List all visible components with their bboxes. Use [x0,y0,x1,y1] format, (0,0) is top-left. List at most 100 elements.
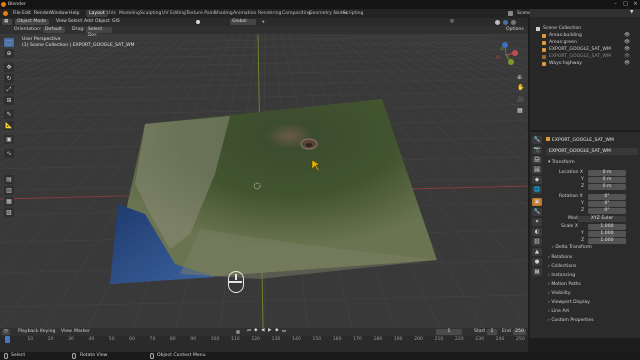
rotation-y-field[interactable]: 0° [588,200,626,207]
rotation-mode-selector[interactable]: XYZ Euler [578,215,626,222]
select-tool-icon[interactable]: ⬚ [4,38,14,47]
collections-panel[interactable]: › Collections [548,263,638,270]
record-icon[interactable] [236,330,240,334]
modifier-tab-icon[interactable]: 🔧 [532,208,542,216]
shading-solid-icon[interactable] [495,19,500,25]
blender-menu-icon[interactable] [3,10,8,16]
overlay-icon[interactable]: ◎ [450,19,454,24]
timeline-menu-view[interactable]: View [61,328,72,335]
rotation-x-field[interactable]: 0° [588,193,626,200]
scene-tab-icon[interactable]: ◆ [532,176,542,184]
visibility-eye-icon[interactable]: 👁 [624,61,630,68]
outliner-item[interactable]: Ways:highway 👁 [530,61,640,68]
object-tab-icon[interactable]: ▣ [532,198,542,206]
menu-file[interactable]: File [13,10,21,17]
drag-selector[interactable]: Select Box [86,27,112,38]
viewport-display-panel[interactable]: › Viewport Display [548,299,638,306]
viewport-menu-select[interactable]: Select [68,18,82,25]
timeline-menu-keying[interactable]: Keying [40,328,55,335]
mode-selector[interactable]: Object Mode [15,19,49,25]
end-field[interactable]: 250 [513,329,526,335]
pivot-icon[interactable] [196,20,200,24]
delta-transform-panel[interactable]: › Delta Transform [552,244,640,251]
motion-paths-panel[interactable]: › Motion Paths [548,281,638,288]
visibility-eye-icon[interactable]: 👁 [624,54,630,61]
current-frame-field[interactable]: 1 [436,329,462,335]
close-icon[interactable]: × [631,1,640,8]
outliner-item[interactable]: Areas:building 👁 [530,33,640,40]
view-layer-tab-icon[interactable]: 🖼 [532,166,542,174]
transform-tool-icon[interactable]: ⊞ [4,96,14,105]
add-cube-tool-icon[interactable]: ▣ [4,135,14,144]
outliner-item[interactable]: Areas:green 👁 [530,40,640,47]
extra-tool-c-icon[interactable]: ▦ [4,197,14,206]
viewport-menu-object[interactable]: Object [95,18,110,25]
transform-panel-header[interactable]: ▾ Transform [548,159,638,166]
data-tab-icon[interactable]: ▲ [532,248,542,256]
jump-end-icon[interactable]: ⏭ [282,328,286,334]
camera-view-icon[interactable]: 🎥 [517,96,524,103]
visibility-eye-icon[interactable]: 👁 [624,33,630,40]
location-x-field[interactable]: 0 m [588,169,626,176]
menu-window[interactable]: Window [50,10,68,17]
timeline-ruler[interactable]: 0102030405060708090100110120130140150160… [0,336,528,344]
menu-render[interactable]: Render [34,10,50,17]
extra-tool-d-icon[interactable]: ▧ [4,208,14,217]
texture-tab-icon[interactable]: ▦ [532,268,542,276]
viewport-menu-add[interactable]: Add [84,18,93,25]
shading-material-icon[interactable] [503,19,508,25]
start-field[interactable]: 1 [487,329,497,335]
outliner-item[interactable]: EXPORT_GOOGLE_SAT_WM 👁 [530,54,640,61]
measure-tool-icon[interactable]: 📐 [4,121,14,130]
constraints-tab-icon[interactable]: ⛓ [532,238,542,246]
cursor-tool-icon[interactable]: ⊕ [4,49,14,58]
extra-tool-a-icon[interactable]: ▤ [4,175,14,184]
outliner-filter-icon[interactable]: ▼ [630,10,634,15]
prev-key-icon[interactable]: ◆ [254,328,258,333]
gis-tool-icon[interactable]: ∿ [4,149,14,158]
options-dropdown[interactable]: Options [506,26,524,33]
timeline-editor[interactable]: ◷ Playback Keying View Marker ⏮ ◆ ◀ ▶ ◆ … [0,328,528,352]
play-icon[interactable]: ▶ [268,328,272,333]
scale-y-field[interactable]: 1.000 [588,230,626,237]
outliner-item[interactable]: EXPORT_GOOGLE_SAT_WM 👁 [530,47,640,54]
shading-rendered-icon[interactable] [511,19,516,25]
extra-tool-b-icon[interactable]: ▥ [4,186,14,195]
rotate-tool-icon[interactable]: ↻ [4,74,14,83]
3d-viewport[interactable]: ▦ Object Mode View Select Add Object GIS… [0,18,528,328]
object-name-field[interactable]: EXPORT_GOOGLE_SAT_WM [546,137,638,144]
scale-x-field[interactable]: 1.000 [588,223,626,230]
output-tab-icon[interactable]: 🖨 [532,156,542,164]
visibility-panel[interactable]: › Visibility [548,290,638,297]
timeline-editor-type[interactable]: ◷ [2,329,10,335]
viewport-menu-view[interactable]: View [56,18,67,25]
render-tab-icon[interactable]: 📷 [532,146,542,154]
scene-selector[interactable]: Scene [517,10,531,17]
physics-tab-icon[interactable]: ◐ [532,228,542,236]
next-key-icon[interactable]: ◆ [275,328,279,333]
snap-icon[interactable]: ⌖ [262,19,265,25]
instancing-panel[interactable]: › Instancing [548,272,638,279]
pan-icon[interactable]: ✋ [517,84,524,91]
timeline-menu-playback[interactable]: Playback [18,328,39,335]
rotation-z-field[interactable]: 0° [588,207,626,214]
minimize-icon[interactable]: – [611,1,620,8]
annotate-tool-icon[interactable]: ✎ [4,110,14,119]
location-y-field[interactable]: 0 m [588,176,626,183]
tab-scripting[interactable]: Scripting [340,10,366,17]
particles-tab-icon[interactable]: ✦ [532,218,542,226]
tool-tab-icon[interactable]: 🔧 [532,136,542,144]
object-datablock-field[interactable]: EXPORT_GOOGLE_SAT_WM [546,148,638,155]
viewport-menu-gis[interactable]: GIS [112,18,120,25]
move-tool-icon[interactable]: ✥ [4,63,14,72]
viewport-scene[interactable] [0,34,528,328]
scale-z-field[interactable]: 1.000 [588,237,626,244]
play-reverse-icon[interactable]: ◀ [261,328,265,333]
timeline-menu-marker[interactable]: Marker [74,328,90,335]
ortho-toggle-icon[interactable]: ▦ [517,107,523,114]
line-art-panel[interactable]: › Line Art [548,308,638,315]
maximize-icon[interactable]: □ [621,1,630,8]
scene-icon[interactable] [508,11,513,16]
zoom-icon[interactable]: ⊕ [517,74,522,81]
playhead[interactable] [5,336,10,343]
